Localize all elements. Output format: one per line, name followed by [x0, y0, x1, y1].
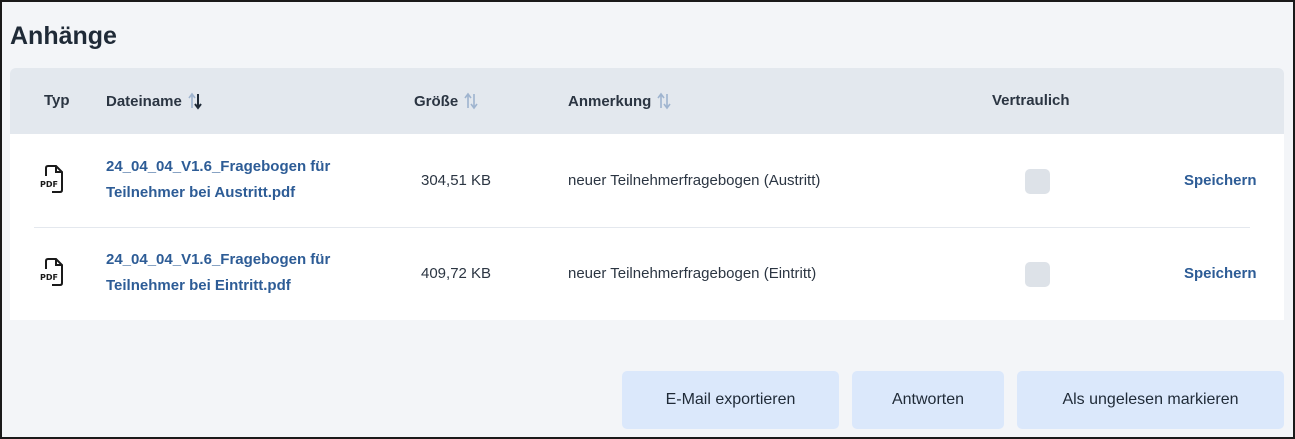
section-title: Anhänge — [10, 22, 117, 50]
confidential-checkbox[interactable] — [1025, 169, 1050, 194]
table-row: PDF 24_04_04_V1.6_Fragebogen für Teilneh… — [10, 134, 1284, 228]
column-header-filename-label: Dateiname — [106, 92, 182, 110]
confidential-checkbox[interactable] — [1025, 262, 1050, 287]
svg-text:PDF: PDF — [40, 180, 58, 189]
column-header-type-label: Typ — [44, 92, 70, 109]
filename-line: 24_04_04_V1.6_Fragebogen für — [106, 251, 331, 268]
column-header-note[interactable]: Anmerkung — [568, 92, 671, 110]
attachment-filename-link[interactable]: 24_04_04_V1.6_Fragebogen für Teilnehmer … — [106, 154, 386, 206]
table-body: PDF 24_04_04_V1.6_Fragebogen für Teilneh… — [10, 134, 1284, 320]
svg-text:PDF: PDF — [40, 273, 58, 282]
sort-icon[interactable] — [464, 92, 478, 110]
table-header: Typ Dateiname Größe Anmerkung Vertraulic — [10, 68, 1284, 134]
column-header-confidential-label: Vertraulich — [992, 92, 1070, 109]
save-link[interactable]: Speichern — [1184, 265, 1257, 282]
file-size: 409,72 KB — [421, 265, 492, 282]
reply-button[interactable]: Antworten — [852, 371, 1004, 429]
column-header-filename[interactable]: Dateiname — [106, 92, 202, 110]
mark-unread-button[interactable]: Als ungelesen markieren — [1017, 371, 1284, 429]
file-note: neuer Teilnehmerfragebogen (Eintritt) — [568, 265, 817, 282]
table-row: PDF 24_04_04_V1.6_Fragebogen für Teilneh… — [10, 227, 1284, 320]
attachments-panel: Anhänge Typ Dateiname Größe Anmerkung Ve… — [0, 0, 1295, 439]
column-header-size-label: Größe — [414, 92, 459, 110]
pdf-file-icon: PDF — [40, 258, 63, 286]
export-email-button[interactable]: E-Mail exportieren — [622, 371, 839, 429]
column-header-confidential: Vertraulich — [992, 92, 1070, 109]
file-note: neuer Teilnehmerfragebogen (Austritt) — [568, 172, 821, 189]
save-link[interactable]: Speichern — [1184, 172, 1257, 189]
column-header-note-label: Anmerkung — [568, 92, 652, 110]
file-size: 304,51 KB — [421, 172, 492, 189]
filename-line: 24_04_04_V1.6_Fragebogen für — [106, 158, 331, 175]
pdf-file-icon: PDF — [40, 165, 63, 193]
attachment-filename-link[interactable]: 24_04_04_V1.6_Fragebogen für Teilnehmer … — [106, 247, 386, 299]
column-header-size[interactable]: Größe — [414, 92, 478, 110]
filename-line: Teilnehmer bei Austritt.pdf — [106, 184, 296, 201]
filename-line: Teilnehmer bei Eintritt.pdf — [106, 277, 291, 294]
sort-icon[interactable] — [657, 92, 671, 110]
sort-active-icon[interactable] — [188, 92, 202, 110]
column-header-type: Typ — [44, 92, 70, 109]
